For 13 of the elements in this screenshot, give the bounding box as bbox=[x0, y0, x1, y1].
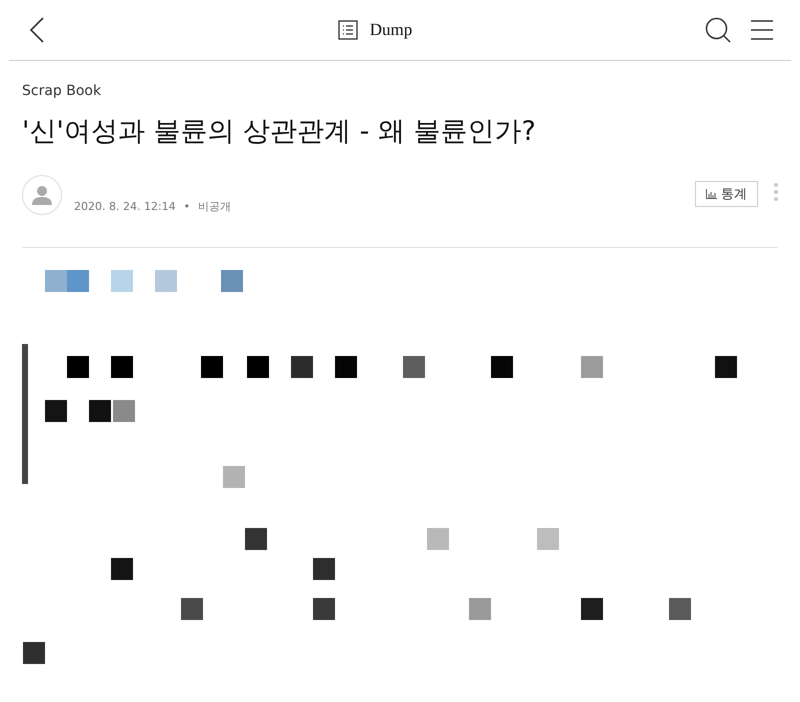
category-label[interactable]: Scrap Book bbox=[22, 83, 778, 99]
stats-button[interactable]: 통계 bbox=[695, 181, 758, 207]
separator-dot: • bbox=[184, 200, 190, 213]
blog-title: Dump bbox=[370, 20, 412, 40]
back-icon[interactable] bbox=[29, 17, 45, 43]
list-icon bbox=[338, 20, 358, 40]
visibility-label: 비공개 bbox=[198, 199, 232, 214]
search-icon[interactable] bbox=[705, 17, 731, 43]
bar-chart-icon bbox=[706, 189, 717, 199]
avatar-icon bbox=[22, 175, 62, 215]
post-title: '신'여성과 불륜의 상관관계 - 왜 불륜인가? bbox=[22, 115, 537, 149]
post-date: 2020. 8. 24. 12:14 bbox=[74, 200, 176, 213]
menu-icon[interactable] bbox=[751, 20, 773, 40]
